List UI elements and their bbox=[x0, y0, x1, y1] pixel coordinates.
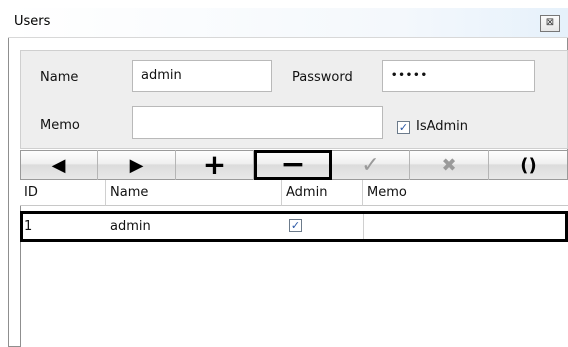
save-button[interactable]: ✓ bbox=[332, 150, 410, 180]
row-name-cell: admin bbox=[110, 219, 151, 234]
column-divider bbox=[363, 214, 364, 239]
previous-button[interactable]: ◀ bbox=[20, 150, 98, 180]
cancel-x-icon: ✖ bbox=[441, 154, 457, 176]
minus-icon: − bbox=[280, 147, 306, 182]
isadmin-label: IsAdmin bbox=[416, 119, 469, 134]
window-title: Users bbox=[14, 14, 51, 29]
cancel-button[interactable]: ✖ bbox=[410, 150, 489, 180]
next-button[interactable]: ▶ bbox=[98, 150, 176, 180]
column-header-admin[interactable]: Admin bbox=[282, 180, 363, 206]
refresh-button[interactable]: () bbox=[489, 150, 568, 180]
close-icon: ⊠ bbox=[545, 17, 555, 28]
column-header-name[interactable]: Name bbox=[106, 180, 282, 206]
add-button[interactable]: + bbox=[176, 150, 254, 180]
memo-label: Memo bbox=[40, 118, 80, 133]
column-header-memo[interactable]: Memo bbox=[363, 180, 568, 206]
delete-button[interactable]: − bbox=[254, 150, 332, 180]
name-label: Name bbox=[40, 70, 79, 85]
memo-input[interactable] bbox=[132, 106, 383, 139]
password-label: Password bbox=[292, 70, 353, 85]
password-input[interactable]: ••••• bbox=[382, 60, 535, 92]
checkmark-icon: ✓ bbox=[398, 121, 409, 134]
arrow-left-icon: ◀ bbox=[51, 154, 66, 176]
isadmin-checkbox[interactable]: ✓ bbox=[397, 121, 410, 134]
arrow-right-icon: ▶ bbox=[129, 154, 144, 176]
name-input[interactable]: admin bbox=[132, 60, 272, 92]
checkmark-icon: ✓ bbox=[361, 152, 380, 178]
row-id-cell: 1 bbox=[24, 219, 33, 234]
title-bar bbox=[8, 8, 568, 38]
plus-icon: + bbox=[202, 148, 227, 181]
checkmark-icon: ✓ bbox=[290, 219, 301, 232]
column-header-id[interactable]: ID bbox=[20, 180, 106, 206]
close-button[interactable]: ⊠ bbox=[540, 15, 560, 32]
row-admin-checkbox[interactable]: ✓ bbox=[289, 219, 302, 232]
refresh-icon: () bbox=[520, 154, 537, 176]
